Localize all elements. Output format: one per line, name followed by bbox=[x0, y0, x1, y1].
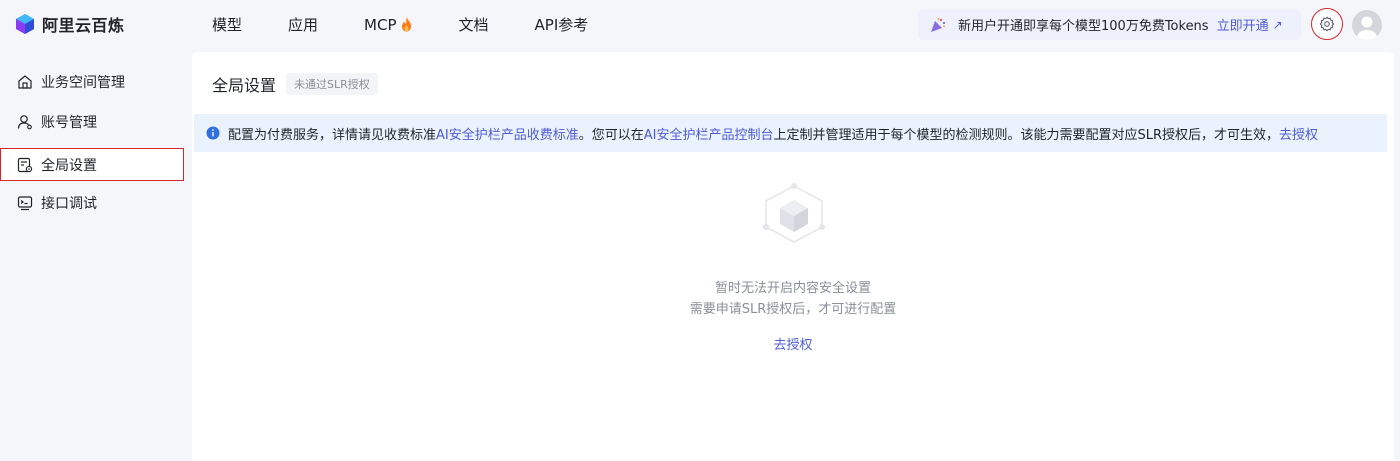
authorize-link[interactable]: 去授权 bbox=[773, 338, 812, 353]
bailian-logo-icon bbox=[16, 14, 34, 34]
sidebar-item-label: 接口调试 bbox=[41, 195, 97, 212]
nav-label: 应用 bbox=[288, 16, 319, 34]
user-avatar[interactable] bbox=[1352, 10, 1382, 40]
info-notice-banner: 配置为付费服务，详情请见收费标准 AI安全护栏产品收费标准 。您可以在 AI安全… bbox=[194, 114, 1387, 152]
empty-state-title: 暂时无法开启内容安全设置 bbox=[714, 281, 871, 296]
external-arrow-icon: ↗ bbox=[1272, 17, 1283, 32]
sidebar-item-global-settings[interactable]: 全局设置 bbox=[0, 148, 184, 181]
main-nav: 模型 应用 MCP 文档 API参考 bbox=[212, 14, 634, 35]
info-icon bbox=[206, 126, 220, 140]
promo-text: 新用户开通即享每个模型100万免费Tokens bbox=[958, 19, 1209, 34]
sidebar-item-label: 业务空间管理 bbox=[41, 74, 125, 91]
sidebar-item-workspace-management[interactable]: 业务空间管理 bbox=[0, 65, 184, 98]
sidebar-item-account-management[interactable]: 账号管理 bbox=[0, 105, 184, 138]
nav-item-apps[interactable]: 应用 bbox=[288, 14, 318, 35]
nav-item-mcp[interactable]: MCP bbox=[364, 14, 412, 35]
notice-text: 。您可以在 bbox=[578, 127, 644, 143]
sidebar: 业务空间管理 账号管理 全局设置 接口调试 bbox=[0, 48, 192, 461]
nav-item-docs[interactable]: 文档 bbox=[459, 14, 489, 35]
promo-banner[interactable]: 新用户开通即享每个模型100万免费Tokens 立即开通 ↗ bbox=[918, 9, 1301, 40]
notice-text: 配置为付费服务，详情请见收费标准 bbox=[228, 127, 437, 143]
home-icon bbox=[18, 74, 32, 89]
notice-authorize-link[interactable]: 去授权 bbox=[1279, 124, 1318, 143]
user-icon bbox=[17, 114, 32, 129]
top-navigation-bar: 阿里云百炼 模型 应用 MCP 文档 API参考 新用户开通即享每个模型100万… bbox=[0, 0, 1400, 48]
nav-label: MCP bbox=[364, 15, 397, 34]
status-badge: 未通过SLR授权 bbox=[286, 73, 378, 95]
notice-text: 上定制并管理适用于每个模型的检测规则。该能力需要配置对应SLR授权后，才可生效， bbox=[773, 127, 1280, 143]
gear-icon bbox=[1319, 16, 1335, 32]
empty-state-cube-icon bbox=[763, 183, 825, 243]
page-title: 全局设置 bbox=[212, 76, 277, 95]
guardrail-console-link[interactable]: AI安全护栏产品控制台 bbox=[644, 124, 774, 143]
fire-icon bbox=[401, 17, 411, 32]
main-panel: 全局设置 未通过SLR授权 配置为付费服务，详情请见收费标准 AI安全护栏产品收… bbox=[192, 52, 1394, 461]
settings-button[interactable] bbox=[1311, 8, 1343, 40]
terminal-icon bbox=[17, 195, 33, 210]
brand-name: 阿里云百炼 bbox=[42, 16, 125, 35]
nav-label: 模型 bbox=[212, 16, 243, 34]
party-popper-icon bbox=[931, 17, 946, 32]
brand-logo[interactable]: 阿里云百炼 bbox=[14, 12, 125, 36]
nav-item-api-reference[interactable]: API参考 bbox=[535, 14, 589, 35]
nav-item-models[interactable]: 模型 bbox=[212, 14, 242, 35]
page-header: 全局设置 未通过SLR授权 bbox=[212, 72, 378, 96]
nav-label: API参考 bbox=[534, 16, 589, 34]
promo-cta-link[interactable]: 立即开通 bbox=[1217, 15, 1269, 34]
settings-doc-icon bbox=[17, 157, 33, 172]
avatar-silhouette-icon bbox=[1357, 16, 1377, 40]
empty-state-description: 需要申请SLR授权后，才可进行配置 bbox=[689, 302, 897, 317]
sidebar-item-label: 账号管理 bbox=[41, 114, 97, 131]
pricing-standard-link[interactable]: AI安全护栏产品收费标准 bbox=[436, 124, 579, 143]
sidebar-item-api-debug[interactable]: 接口调试 bbox=[0, 186, 184, 219]
sidebar-item-label: 全局设置 bbox=[41, 157, 97, 174]
empty-state-action-row: 去授权 bbox=[192, 334, 1394, 353]
nav-label: 文档 bbox=[458, 16, 489, 34]
